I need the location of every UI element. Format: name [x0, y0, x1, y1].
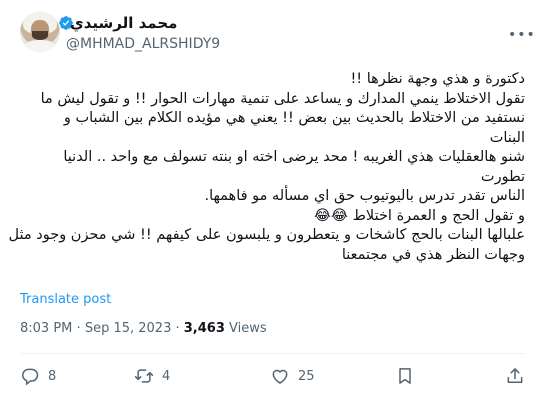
bookmark-button[interactable] — [395, 366, 423, 386]
reply-icon — [22, 368, 39, 386]
avatar[interactable] — [20, 12, 60, 52]
bookmark-icon — [399, 368, 411, 384]
repost-count: 4 — [162, 368, 171, 384]
tweet-line: نستفيد من الاختلاط بالحديث بين بعض !! يع… — [63, 110, 525, 126]
like-button[interactable]: 25 — [270, 366, 315, 386]
repost-button[interactable]: 4 — [134, 366, 170, 386]
meta-separator: · — [76, 321, 81, 336]
avatar-body — [24, 40, 56, 52]
meta-separator: · — [175, 321, 180, 336]
share-button[interactable] — [505, 366, 533, 386]
tweet-line: البنات — [489, 129, 525, 146]
tweet-line: علبالها البنات بالحج كاشخات و يتعطرون و … — [8, 227, 525, 243]
avatar-beard — [32, 31, 48, 40]
reply-button[interactable]: 8 — [20, 366, 56, 386]
translate-link[interactable]: Translate post — [20, 292, 111, 307]
tweet-line: و تقول الحج و العمرة اختلاط 😂😂 — [314, 207, 525, 224]
more-icon[interactable]: ••• — [508, 27, 536, 43]
repost-icon — [134, 369, 154, 383]
views-count: 3,463 — [183, 321, 225, 336]
tweet-text: دكتورة و هذي وجهة نظرها !! تقول الاختلاط… — [8, 70, 525, 265]
tweet-meta: 8:03 PM · Sep 15, 2023 · 3,463 Views — [20, 321, 267, 336]
author-handle[interactable]: @MHMAD_ALRSHIDY9 — [66, 36, 220, 52]
views-label: Views — [229, 321, 267, 336]
share-icon — [507, 368, 523, 383]
tweet-line: الناس تقدر تدرس باليوتيوب حق اي مسأله مو… — [204, 188, 525, 204]
tweet-line: تقول الاختلاط ينمي المدارك و يساعد على ت… — [40, 90, 525, 107]
author-name[interactable]: محمد الرشيدي — [70, 14, 177, 32]
tweet-line: وجهات النظر هذي في مجتمعنا — [341, 246, 525, 263]
post-date[interactable]: Sep 15, 2023 — [85, 321, 172, 336]
like-icon — [272, 369, 288, 384]
post-time[interactable]: 8:03 PM — [20, 321, 72, 336]
action-bar: 8 4 25 — [20, 366, 525, 388]
reply-count: 8 — [48, 368, 57, 384]
tweet-line: شنو هالعقليات هذي الغريبه ! محد يرضى اخت… — [63, 149, 525, 165]
tweet-line: تطورت — [480, 168, 525, 185]
like-count: 25 — [298, 368, 315, 384]
tweet-line: دكتورة و هذي وجهة نظرها !! — [350, 71, 525, 87]
divider — [20, 353, 525, 354]
